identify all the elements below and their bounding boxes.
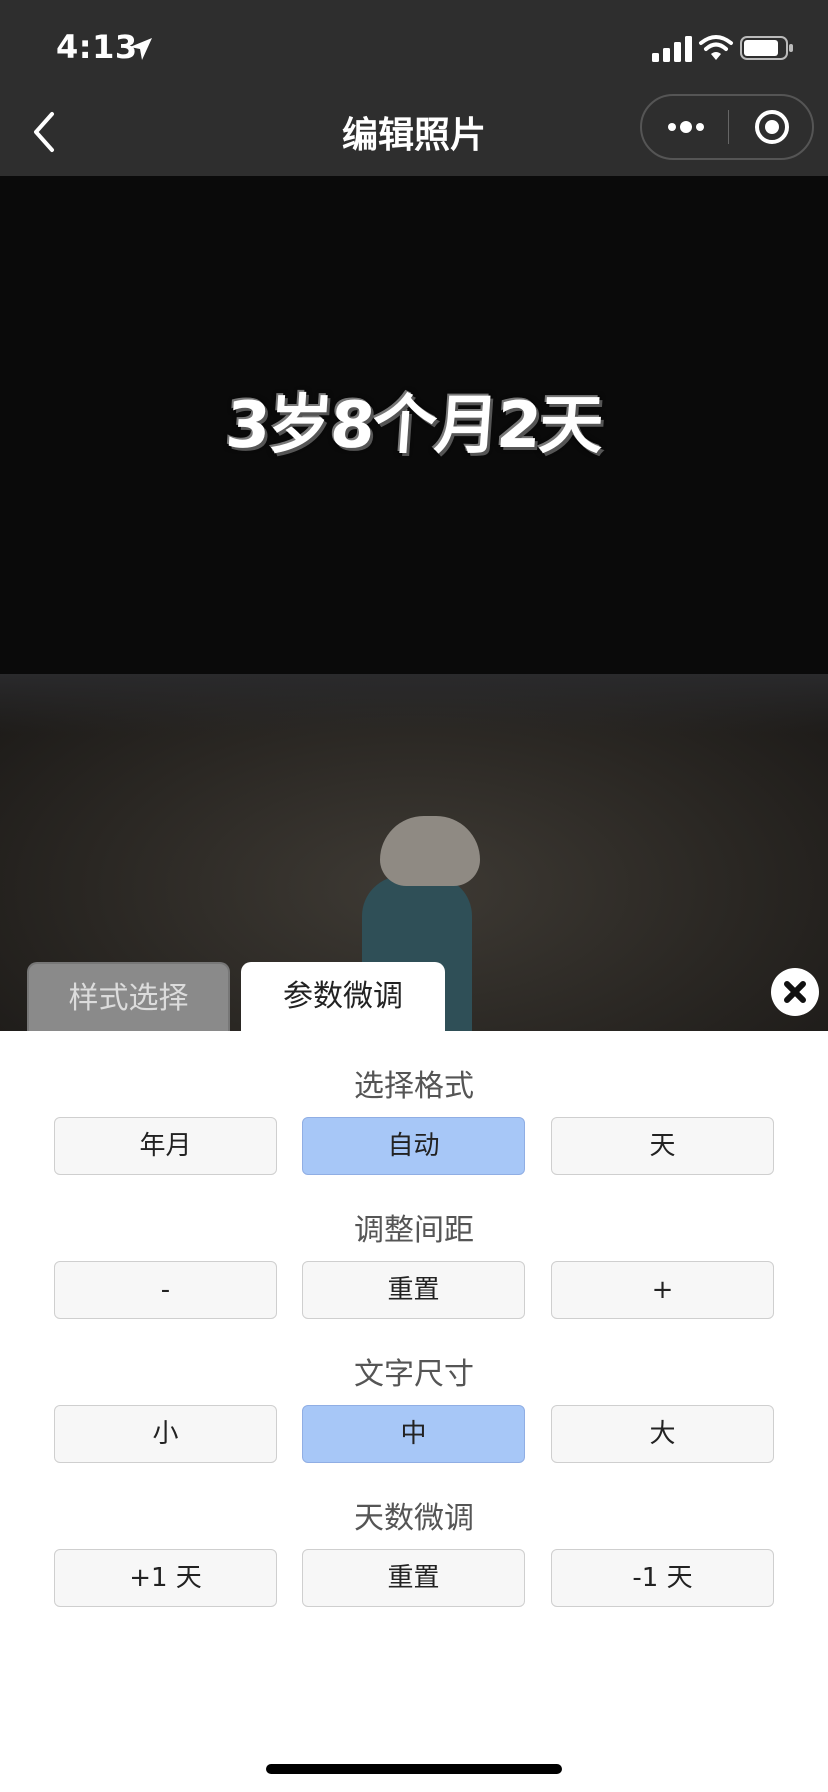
battery-icon <box>740 36 793 60</box>
capsule-menu <box>640 94 814 160</box>
size-medium-button[interactable]: 中 <box>302 1405 525 1463</box>
wifi-icon <box>699 35 733 60</box>
home-indicator <box>266 1764 562 1774</box>
age-overlay-text: 3岁8个月2天 <box>223 389 604 463</box>
close-panel-button[interactable] <box>771 968 819 1016</box>
more-button[interactable] <box>642 96 728 158</box>
day-reset-button[interactable]: 重置 <box>302 1549 525 1607</box>
capsule-divider <box>728 110 729 144</box>
day-plus-one-button[interactable]: +1 天 <box>54 1549 277 1607</box>
target-circle-icon <box>755 110 789 144</box>
section-title-format: 选择格式 <box>354 1069 474 1104</box>
size-small-button[interactable]: 小 <box>54 1405 277 1463</box>
top-bar: 4:13 编辑照片 <box>0 0 828 176</box>
photo-wet-sand <box>0 674 828 734</box>
spacing-reset-button[interactable]: 重置 <box>302 1261 525 1319</box>
tab-param-adjust[interactable]: 参数微调 <box>241 962 445 1032</box>
tab-style-select[interactable]: 样式选择 <box>27 962 230 1032</box>
spacing-increase-button[interactable]: + <box>551 1261 774 1319</box>
photo-child-hat <box>380 816 480 886</box>
more-dots-icon <box>668 121 704 133</box>
section-title-text-size: 文字尺寸 <box>354 1357 474 1392</box>
spacing-decrease-button[interactable]: - <box>54 1261 277 1319</box>
adjust-panel: 选择格式 年月 自动 天 调整间距 - 重置 + 文字尺寸 小 中 大 天数微调… <box>0 1031 828 1792</box>
status-time: 4:13 <box>56 28 138 66</box>
close-icon <box>784 981 806 1003</box>
signal-icon <box>652 36 692 62</box>
size-large-button[interactable]: 大 <box>551 1405 774 1463</box>
section-title-spacing: 调整间距 <box>354 1213 474 1248</box>
format-auto-button[interactable]: 自动 <box>302 1117 525 1175</box>
format-day-button[interactable]: 天 <box>551 1117 774 1175</box>
close-miniprogram-button[interactable] <box>730 96 814 158</box>
location-arrow-icon <box>130 38 152 60</box>
day-minus-one-button[interactable]: -1 天 <box>551 1549 774 1607</box>
format-year-month-button[interactable]: 年月 <box>54 1117 277 1175</box>
photo-preview: 3岁8个月2天 <box>0 176 828 1031</box>
section-title-day-adjust: 天数微调 <box>354 1501 474 1536</box>
